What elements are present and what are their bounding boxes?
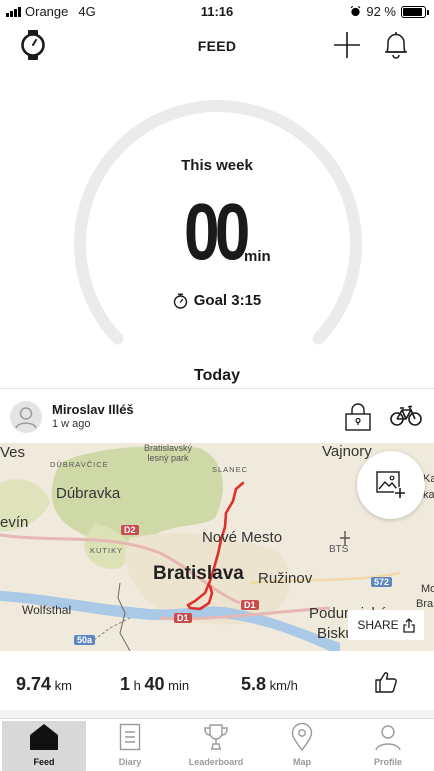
speed-unit: km/h (269, 678, 298, 693)
map-label-wolfsthal: Wolfsthal (22, 603, 72, 617)
share-button[interactable]: SHARE (348, 610, 424, 640)
privacy-lock-icon[interactable] (344, 403, 372, 431)
map-label-edge-ka: ka (423, 489, 434, 501)
week-minutes-value: 00 (184, 187, 250, 276)
duration-hours: 1 (120, 674, 131, 694)
stat-speed: 5.8 km/h (241, 674, 298, 695)
road-badge-d2: D2 (121, 525, 139, 535)
map-label-bts: BTS (329, 544, 349, 555)
share-icon (403, 617, 415, 633)
road-badge-d1-a: D1 (241, 600, 259, 610)
map-label-edge-mo: Mo (421, 583, 434, 595)
bottom-nav: Feed Diary Leaderboard Map Profile (0, 718, 434, 771)
map-label-ves: Ves (0, 444, 26, 461)
nav-label-leaderboard: Leaderboard (188, 757, 244, 767)
map-label-bratislava: Bratislava (153, 563, 244, 584)
nav-label-feed: Feed (33, 757, 55, 767)
nav-label-map: Map (293, 757, 311, 767)
speed-value: 5.8 (241, 674, 267, 694)
header: FEED (0, 24, 434, 68)
map-label-dubravice: DÚBRAVČICE (50, 460, 109, 469)
nav-item-profile[interactable]: Profile (346, 721, 430, 771)
like-icon[interactable] (374, 670, 398, 694)
share-label: SHARE (357, 618, 399, 632)
section-title-today: Today (194, 367, 240, 384)
weekly-goal: Goal 3:15 (0, 292, 434, 309)
map-label-kutiky: KUTIKY (90, 546, 124, 555)
workout-stats: 9.74 km 1 h 40 min 5.8 km/h (0, 662, 434, 708)
duration-minutes-unit: min (168, 678, 190, 693)
map-label-slanec: SLANEC (212, 465, 249, 474)
workout-time-ago: 1 w ago (52, 418, 91, 430)
notifications-button[interactable] (379, 28, 413, 62)
bike-icon (390, 405, 422, 426)
add-photo-button[interactable] (357, 451, 425, 519)
alarm-icon (350, 6, 361, 17)
distance-value: 9.74 (16, 674, 52, 694)
goal-text: Goal 3:15 (193, 292, 262, 309)
plus-icon (334, 32, 360, 58)
map-label-edge-bra: Bra (416, 598, 434, 610)
nav-label-profile: Profile (373, 757, 402, 767)
status-bar: Orange 4G 11:16 92 % (0, 0, 434, 24)
home-icon (30, 724, 58, 750)
stat-duration: 1 h 40 min (120, 674, 189, 695)
nav-item-diary[interactable]: Diary (88, 721, 172, 771)
road-badge-d1-b: D1 (174, 613, 192, 623)
trophy-icon (204, 724, 228, 750)
map-label-devin: evín (0, 514, 29, 531)
battery-icon (401, 5, 429, 18)
week-minutes-unit: min (244, 248, 271, 265)
nav-item-leaderboard[interactable]: Leaderboard (174, 721, 258, 771)
nav-label-diary: Diary (118, 757, 142, 767)
workout-card-header[interactable]: Miroslav Illéš 1 w ago (0, 395, 434, 441)
distance-unit: km (54, 678, 73, 693)
user-avatar-icon (15, 407, 37, 429)
profile-icon (375, 725, 401, 751)
status-right: 92 % (350, 4, 429, 19)
map-pin-icon (291, 723, 313, 751)
map-label-ruzinov: Ružinov (258, 570, 313, 587)
diary-icon (119, 723, 141, 751)
divider (0, 388, 434, 389)
road-badge-50a: 50a (74, 635, 96, 645)
stopwatch-icon (173, 293, 187, 309)
battery-percent: 92 % (366, 4, 396, 19)
duration-hours-unit: h (133, 678, 141, 693)
duration-minutes: 40 (144, 674, 165, 694)
bell-icon (385, 32, 407, 59)
map-label-park-line1: Bratislavský (144, 443, 193, 453)
avatar[interactable] (10, 401, 42, 433)
user-name[interactable]: Miroslav Illéš (52, 402, 134, 417)
nav-item-map[interactable]: Map (260, 721, 344, 771)
map-label-dubravka: Dúbravka (56, 485, 121, 502)
map-label-nove-mesto: Nové Mesto (202, 529, 283, 546)
stat-distance: 9.74 km (16, 674, 72, 695)
map-label-park: Bratislavský lesný park (144, 443, 192, 463)
add-photo-icon (376, 471, 406, 499)
page-title: FEED (197, 38, 237, 54)
map-label-vajnory: Vajnory (322, 443, 372, 460)
nav-item-feed[interactable]: Feed (2, 721, 86, 771)
divider (0, 710, 434, 718)
map-label-park-line2: lesný park (147, 453, 189, 463)
road-badge-572: 572 (371, 577, 393, 587)
add-button[interactable] (330, 28, 364, 62)
week-label: This week (181, 157, 253, 174)
